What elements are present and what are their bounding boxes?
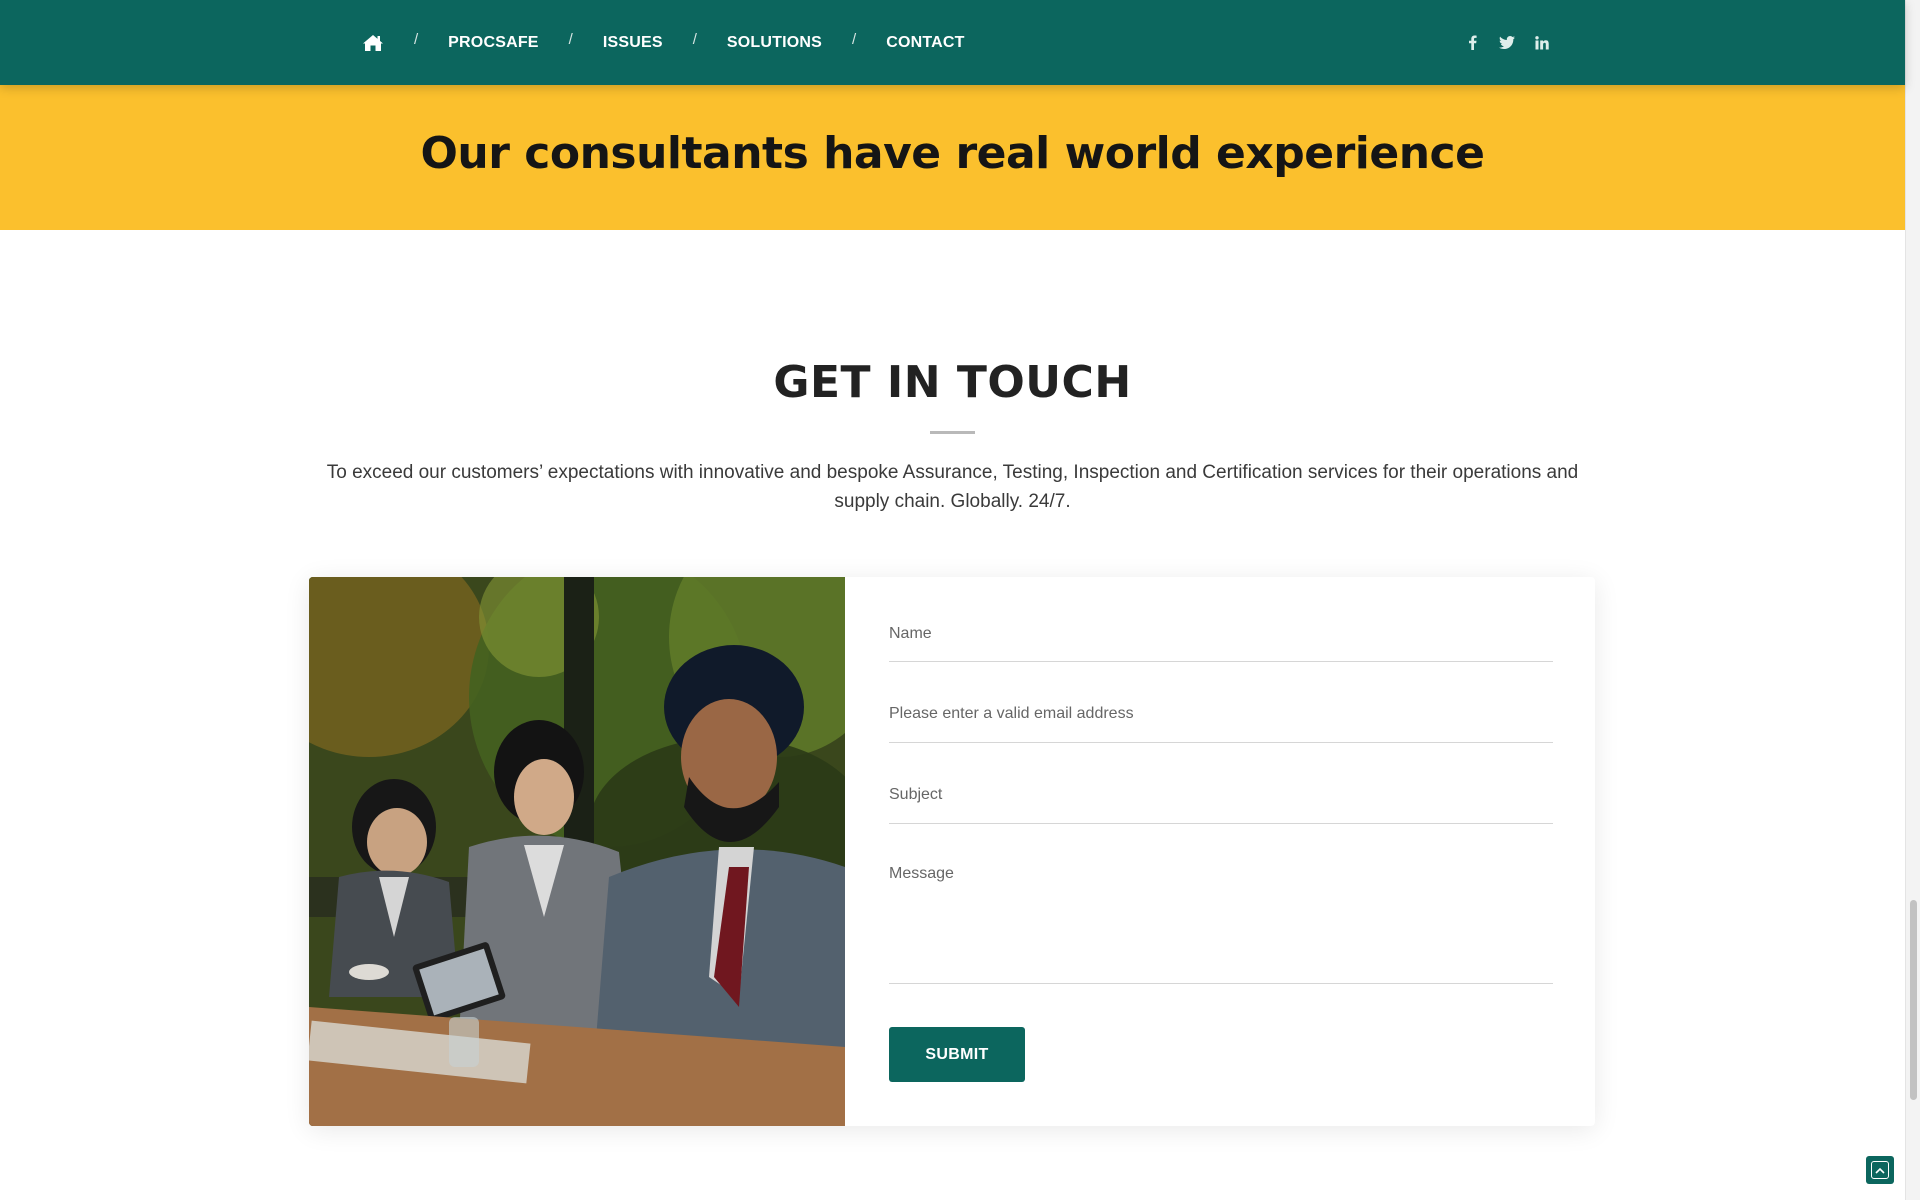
contact-form: SUBMIT bbox=[845, 577, 1595, 1126]
email-field[interactable] bbox=[889, 705, 1553, 723]
intro-text: To exceed our customers’ expectations wi… bbox=[326, 462, 1579, 512]
home-icon[interactable] bbox=[362, 34, 384, 52]
social-links bbox=[1462, 0, 1552, 85]
linkedin-icon[interactable] bbox=[1532, 33, 1552, 53]
facebook-icon[interactable] bbox=[1462, 33, 1482, 53]
title-divider bbox=[930, 431, 975, 434]
subject-field[interactable] bbox=[889, 786, 1553, 804]
contact-card: SUBMIT bbox=[309, 577, 1595, 1126]
nav-separator: / bbox=[692, 31, 697, 48]
name-field[interactable] bbox=[889, 625, 1553, 643]
name-field-wrapper bbox=[889, 625, 1553, 662]
message-field[interactable] bbox=[889, 865, 1553, 965]
experience-banner: Our consultants have real world experien… bbox=[0, 85, 1905, 230]
nav-separator: / bbox=[852, 31, 857, 48]
nav-separator: / bbox=[568, 31, 573, 48]
page-title: GET IN TOUCH bbox=[773, 357, 1132, 408]
email-field-wrapper bbox=[889, 705, 1553, 743]
page-scrollbar[interactable] bbox=[1905, 0, 1920, 1200]
nav-item-issues[interactable]: ISSUES bbox=[603, 34, 663, 52]
nav-item-procsafe[interactable]: PROCSAFE bbox=[448, 34, 539, 52]
submit-button[interactable]: SUBMIT bbox=[889, 1027, 1025, 1082]
nav-separator: / bbox=[414, 31, 419, 48]
banner-heading: Our consultants have real world experien… bbox=[420, 128, 1485, 179]
meeting-photo bbox=[309, 577, 845, 1126]
chevron-up-icon bbox=[1871, 1161, 1889, 1179]
back-to-top-button[interactable] bbox=[1866, 1156, 1894, 1184]
twitter-icon[interactable] bbox=[1497, 33, 1517, 53]
main-menu: / PROCSAFE / ISSUES / SOLUTIONS / CONTAC… bbox=[362, 0, 965, 85]
scrollbar-thumb[interactable] bbox=[1910, 900, 1917, 1100]
nav-item-contact[interactable]: CONTACT bbox=[886, 34, 964, 52]
nav-item-solutions[interactable]: SOLUTIONS bbox=[727, 34, 822, 52]
subject-field-wrapper bbox=[889, 786, 1553, 824]
top-navbar: / PROCSAFE / ISSUES / SOLUTIONS / CONTAC… bbox=[0, 0, 1905, 85]
message-field-wrapper bbox=[889, 865, 1553, 984]
